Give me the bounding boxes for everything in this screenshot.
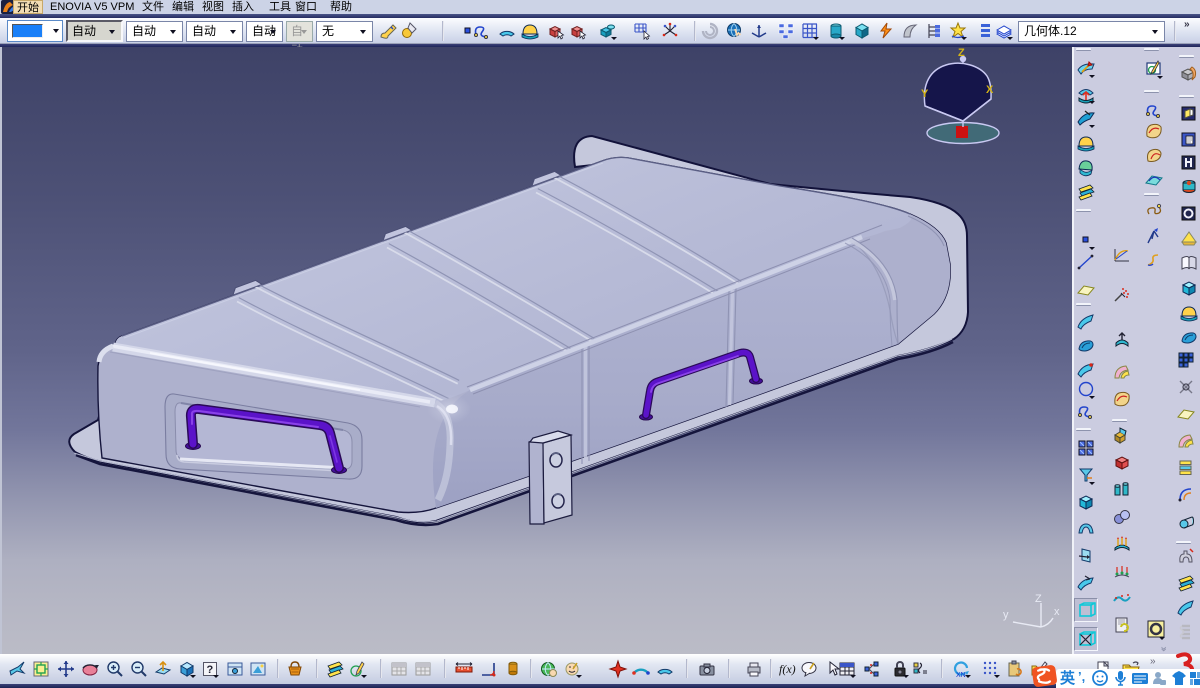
svg-text:x: x bbox=[1054, 606, 1060, 618]
svg-text:英: 英 bbox=[1060, 669, 1076, 687]
svg-text:X: X bbox=[986, 84, 994, 96]
svg-text:Z: Z bbox=[1035, 593, 1042, 605]
svg-text:Z: Z bbox=[958, 47, 965, 59]
svg-text:y: y bbox=[1003, 609, 1009, 621]
svg-text:Y: Y bbox=[921, 88, 929, 100]
svg-text:’,: ’, bbox=[1078, 669, 1085, 684]
